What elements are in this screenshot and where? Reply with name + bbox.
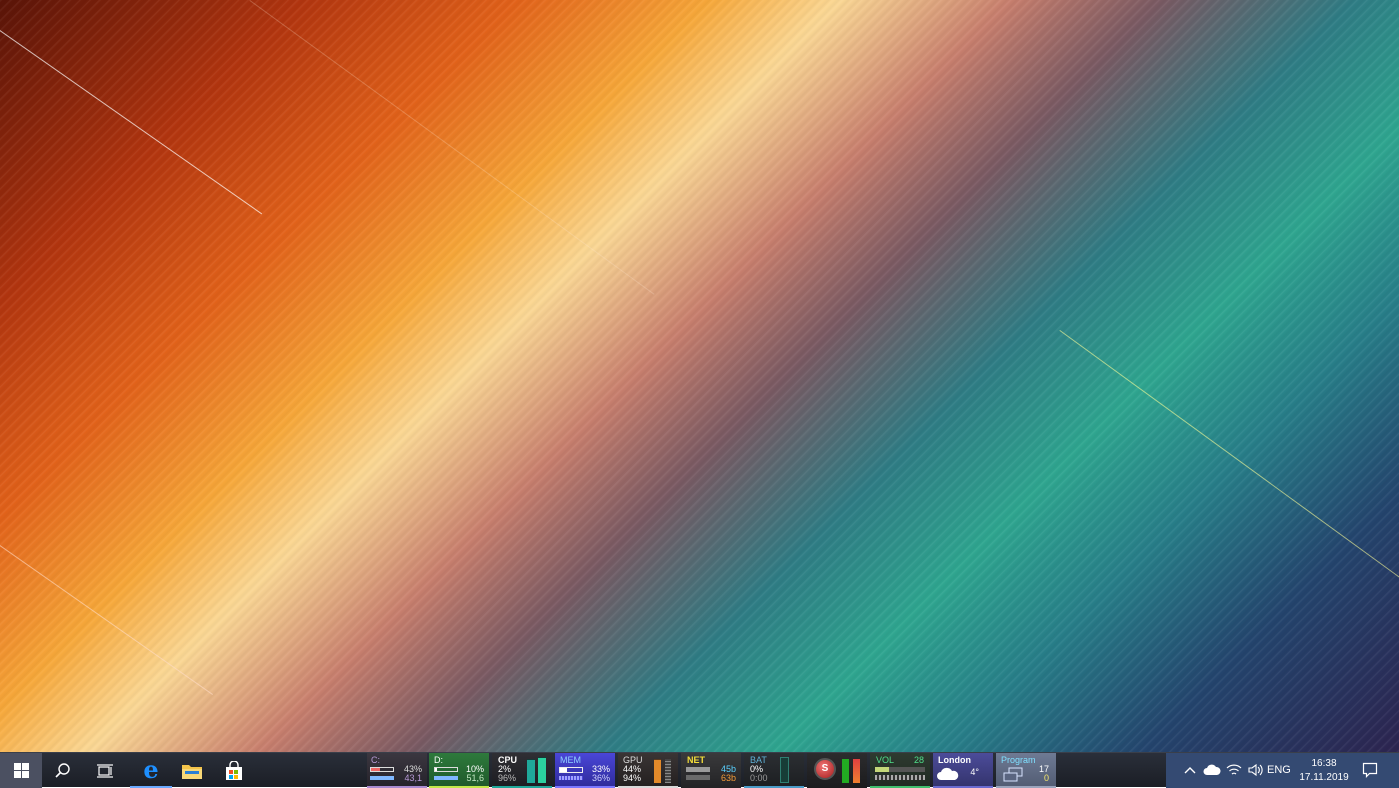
drive-c-label: C: [371,755,380,765]
drive-d-bar [434,767,458,772]
program-widget[interactable]: Program 17 0 [996,753,1056,788]
weather-temp: 4° [970,767,979,777]
store-button[interactable] [213,753,255,788]
network-label: NET [687,755,705,765]
search-icon [55,762,70,778]
volume-value: 28 [913,755,924,765]
network-up-bar [686,775,710,780]
drive-d-label: D: [434,755,443,765]
drive-d-free: 51,6 [466,773,484,783]
memory-value-2: 36% [591,773,610,783]
program-count-2: 0 [1043,773,1049,783]
wallpaper-streak [0,30,263,215]
edge-button[interactable]: e [130,753,172,788]
volume-level-bar [875,767,925,772]
cpu-core-bar-2 [538,757,546,783]
network-down-bar [686,767,710,772]
start-button[interactable] [0,753,42,788]
file-explorer-button[interactable] [171,753,213,788]
memory-bar-2 [559,776,583,780]
input-language[interactable]: ENG [1267,764,1291,776]
system-tray: ENG 16:38 17.11.2019 [1166,753,1399,788]
cloud-icon [937,767,959,780]
battery-widget[interactable]: BAT 0% 0:00 [744,753,804,788]
volume-scale [875,775,925,780]
weather-city: London [938,755,971,765]
onedrive-icon[interactable] [1203,764,1221,776]
record-button-icon: S [814,758,836,780]
drive-c-widget[interactable]: C: 43% 43,1 [367,753,427,788]
notification-icon[interactable] [1362,762,1378,778]
wallpaper-streak [0,545,213,695]
drive-c-bar-2 [370,776,394,780]
program-label: Program [1001,755,1036,765]
task-view-icon [97,763,113,778]
windows-logo-icon [13,763,29,778]
wallpaper-streak [249,0,655,295]
file-explorer-icon [182,764,202,779]
clock[interactable]: 16:38 17.11.2019 [1296,755,1352,786]
drive-d-widget[interactable]: D: 10% 51,6 [429,753,489,788]
wallpaper-streak [1059,330,1399,584]
memory-widget[interactable]: MEM 33% 36% [555,753,615,788]
search-button[interactable] [42,753,84,788]
volume-widget[interactable]: VOL 28 [870,753,930,788]
volume-label: VOL [876,755,895,765]
store-icon [226,760,242,780]
cpu-value-2: 96% [498,773,517,783]
gpu-value-2: 94% [623,773,642,783]
desktop-wallpaper [0,0,1399,752]
taskbar: e C: 43% 43,1 D: 10% 51,6 CPU 2% 96% MEM… [0,752,1399,788]
level-meter-right [853,759,860,783]
gpu-load-bar [654,759,661,783]
clock-date: 17.11.2019 [1299,772,1349,783]
drive-d-bar-2 [434,776,458,780]
speaker-icon[interactable] [1248,763,1264,777]
task-view-button[interactable] [84,753,126,788]
clock-time: 16:38 [1311,758,1337,769]
memory-label: MEM [560,755,581,765]
cpu-widget[interactable]: CPU 2% 96% [492,753,552,788]
network-widget[interactable]: NET 45b 63b [681,753,741,788]
cpu-core-bar-1 [527,759,535,783]
battery-level-bar [780,757,789,783]
gpu-widget[interactable]: GPU 44% 94% [618,753,678,788]
weather-widget[interactable]: London 4° [933,753,993,788]
edge-icon: e [143,754,159,784]
recorder-widget[interactable]: S [807,753,867,788]
level-meter-left [842,759,849,783]
memory-bar [559,767,583,773]
chevron-up-icon[interactable] [1184,765,1196,775]
windows-stack-icon [1003,767,1023,782]
network-up-value: 63b [720,773,736,783]
record-letter: S [821,763,829,774]
gpu-memory-bar [665,759,671,783]
drive-c-free: 43,1 [404,773,422,783]
battery-value-2: 0:00 [750,773,768,783]
drive-c-bar [370,767,394,772]
wifi-icon[interactable] [1226,763,1242,777]
